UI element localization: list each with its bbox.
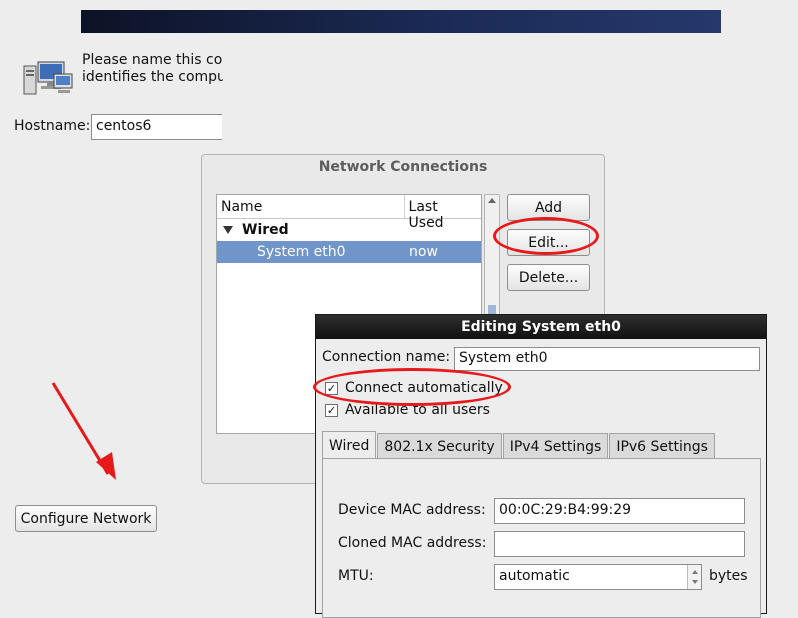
cloned-mac-label: Cloned MAC address: — [338, 535, 487, 551]
tab-ipv6-settings[interactable]: IPv6 Settings — [609, 433, 715, 459]
checkbox-checked-icon[interactable]: ✓ — [325, 403, 338, 417]
group-label: Wired — [242, 222, 289, 238]
column-header-last-used[interactable]: Last Used — [405, 195, 481, 231]
annotation-arrow-icon — [51, 382, 116, 480]
hostname-label: Hostname: — [14, 118, 91, 134]
configure-network-button[interactable]: Configure Network — [15, 505, 157, 532]
tab-wired[interactable]: Wired — [322, 431, 377, 459]
hostname-description: Please name this computer. The hostname … — [82, 52, 223, 85]
mtu-stepper[interactable] — [687, 565, 701, 589]
editing-connection-dialog: Editing System eth0 Connection name: Sys… — [315, 314, 767, 618]
device-mac-input[interactable]: 00:0C:29:B4:99:29 — [494, 498, 745, 524]
hostname-description-clip: Please name this computer. The hostname … — [82, 52, 223, 104]
connection-last-used: now — [409, 244, 438, 260]
wired-tab-panel: Device MAC address: 00:0C:29:B4:99:29 Cl… — [322, 458, 761, 618]
dialog-title: Editing System eth0 — [316, 315, 766, 339]
hostname-input[interactable]: centos6 — [91, 114, 222, 140]
expander-down-icon[interactable] — [223, 226, 233, 234]
computer-network-icon — [23, 61, 73, 95]
scroll-up-icon[interactable] — [488, 198, 496, 203]
network-connections-title: Network Connections — [318, 159, 488, 175]
mtu-spinner[interactable]: automatic — [494, 564, 702, 590]
connection-name-input[interactable]: System eth0 — [454, 347, 760, 371]
connections-list-header: Name Last Used — [217, 195, 481, 231]
stepper-arrows-icon[interactable] — [688, 565, 702, 589]
annotation-circle-connect-auto — [313, 368, 511, 406]
mtu-unit: bytes — [709, 568, 748, 584]
column-header-name[interactable]: Name — [217, 195, 405, 218]
delete-button[interactable]: Delete... — [507, 264, 590, 291]
cloned-mac-input[interactable] — [494, 531, 745, 557]
tab-8021x-security[interactable]: 802.1x Security — [377, 433, 502, 459]
annotation-circle-edit — [493, 217, 599, 255]
mtu-label: MTU: — [338, 568, 374, 584]
table-row[interactable]: System eth0 now — [217, 241, 481, 263]
connection-name: System eth0 — [257, 244, 346, 260]
tab-ipv4-settings[interactable]: IPv4 Settings — [502, 433, 609, 459]
connection-name-label: Connection name: — [322, 349, 451, 365]
top-banner — [81, 10, 721, 33]
device-mac-label: Device MAC address: — [338, 502, 486, 518]
settings-tabs: Wired 802.1x Security IPv4 Settings IPv6… — [322, 431, 716, 459]
